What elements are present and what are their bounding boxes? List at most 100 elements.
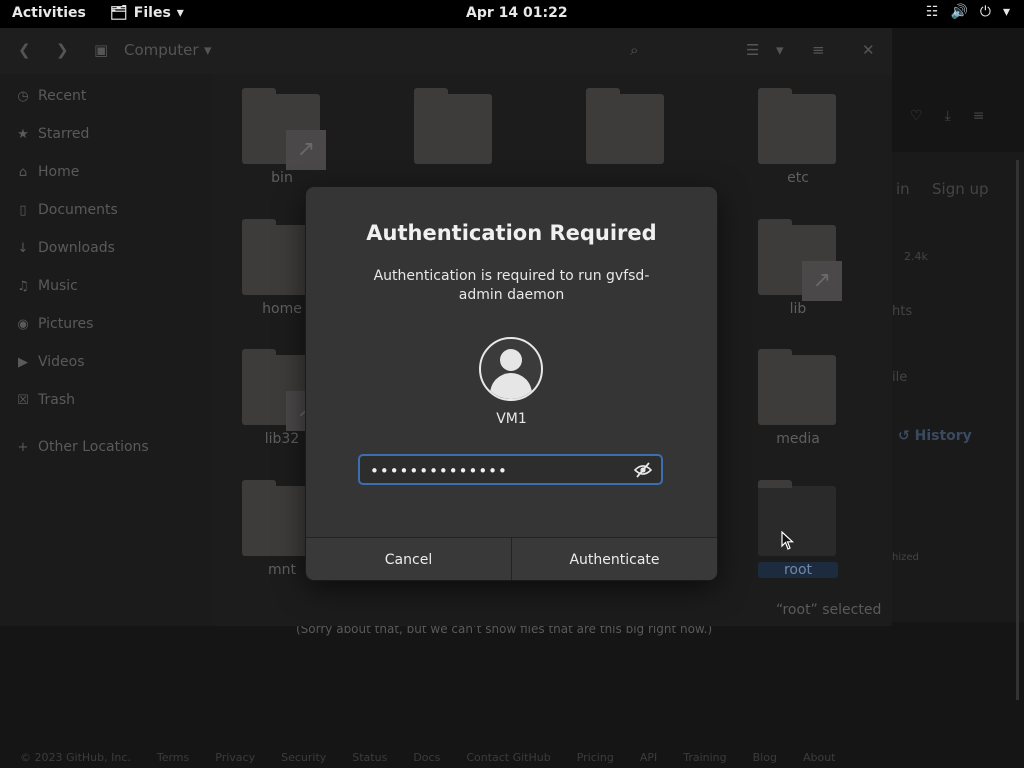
folder-item[interactable]: ↗ lib	[758, 217, 842, 317]
browser-text-fragment: hized	[892, 552, 919, 563]
folder-label: etc	[787, 170, 809, 186]
star-icon: ★	[17, 126, 29, 142]
cancel-button[interactable]: Cancel	[306, 538, 511, 580]
location-label[interactable]: Computer	[124, 41, 199, 59]
browser-side-panel: in Sign up 2.4k hts ile ↺ History hized	[892, 152, 1024, 622]
footer-link[interactable]: Training	[683, 751, 726, 764]
sidebar-item-home[interactable]: ⌂ Home	[16, 164, 79, 180]
files-headerbar: ❮ ❯ ▣ Computer ▾ ⌕ ☰ ▾ ≡ ✕	[0, 28, 892, 74]
password-field[interactable]	[358, 454, 663, 485]
sidebar-item-music[interactable]: ♫ Music	[16, 278, 78, 294]
folder-item[interactable]: media	[758, 347, 838, 447]
folder-label: root	[758, 562, 838, 578]
dialog-title: Authentication Required	[366, 221, 657, 245]
sidebar-item-downloads[interactable]: ↓ Downloads	[16, 240, 115, 256]
sidebar-item-trash[interactable]: ☒ Trash	[16, 392, 75, 408]
sidebar-item-label: Recent	[38, 88, 87, 104]
footer-link[interactable]: Terms	[157, 751, 189, 764]
activities-button[interactable]: Activities	[12, 5, 86, 21]
app-menu-label: Files	[133, 5, 171, 21]
footer-link[interactable]: API	[640, 751, 657, 764]
view-options-icon[interactable]: ☰	[746, 41, 759, 59]
folder-label: lib	[789, 301, 807, 317]
close-icon[interactable]: ✕	[862, 41, 875, 59]
dialog-buttons: Cancel Authenticate	[306, 537, 717, 580]
browser-footer: © 2023 GitHub, Inc. Terms Privacy Securi…	[0, 746, 1024, 768]
sidebar-item-label: Videos	[38, 354, 85, 370]
download-icon[interactable]: ⤓	[945, 108, 951, 124]
forward-icon[interactable]: ❯	[56, 41, 69, 59]
history-link[interactable]: ↺ History	[898, 428, 972, 444]
sidebar-item-label: Trash	[38, 392, 75, 408]
symlink-icon: ↗	[286, 130, 326, 170]
app-menu[interactable]: 🗂 Files ▾	[110, 5, 184, 21]
sidebar-item-videos[interactable]: ▶ Videos	[16, 354, 85, 370]
footer-link[interactable]: Contact GitHub	[466, 751, 550, 764]
folder-label: bin	[271, 170, 293, 186]
camera-icon: ◉	[17, 316, 29, 332]
browser-toolbar: ♡ ⤓ ≡	[910, 108, 985, 124]
back-icon[interactable]: ❮	[18, 41, 31, 59]
mouse-cursor-icon	[781, 531, 795, 550]
clock[interactable]: Apr 14 01:22	[466, 5, 568, 21]
sidebar-item-label: Other Locations	[38, 439, 149, 455]
sidebar-item-label: Pictures	[38, 316, 94, 332]
folder-item[interactable]: root	[758, 478, 838, 578]
footer-link[interactable]: Privacy	[215, 751, 255, 764]
avatar-body	[490, 373, 532, 399]
files-app-icon: 🗂	[110, 5, 128, 21]
folder-icon	[414, 88, 492, 164]
chevron-down-icon[interactable]: ▾	[776, 41, 784, 59]
chevron-down-icon: ▾	[176, 5, 184, 21]
chevron-down-icon: ▾	[1002, 4, 1010, 20]
folder-item[interactable]: ↗ bin	[242, 86, 326, 186]
sidebar-item-starred[interactable]: ★ Starred	[16, 126, 89, 142]
sign-up-link[interactable]: Sign up	[932, 180, 989, 198]
folder-icon: ↗	[758, 219, 842, 301]
footer-link[interactable]: Blog	[753, 751, 777, 764]
password-input[interactable]	[368, 459, 632, 483]
footer-link[interactable]: About	[803, 751, 836, 764]
computer-icon: ▣	[94, 41, 109, 59]
authentication-dialog: Authentication Required Authentication i…	[306, 187, 717, 580]
sidebar-item-pictures[interactable]: ◉ Pictures	[16, 316, 93, 332]
plus-icon: +	[17, 439, 29, 455]
home-icon: ⌂	[18, 164, 28, 180]
scrollbar[interactable]	[1016, 160, 1019, 700]
sidebar-item-other-locations[interactable]: + Other Locations	[16, 439, 149, 455]
hide-password-icon[interactable]	[634, 461, 652, 479]
sidebar-item-label: Starred	[38, 126, 90, 142]
footer-link[interactable]: Pricing	[577, 751, 614, 764]
folder-item[interactable]	[414, 86, 494, 170]
sidebar-item-label: Documents	[38, 202, 118, 218]
clock-icon: ◷	[17, 88, 29, 104]
sign-in-link[interactable]: in	[896, 180, 910, 198]
volume-icon: 🔊	[950, 4, 968, 20]
sidebar-item-label: Downloads	[38, 240, 115, 256]
menu-icon[interactable]: ≡	[812, 41, 825, 59]
sidebar-item-documents[interactable]: ▯ Documents	[16, 202, 118, 218]
footer-link[interactable]: Status	[352, 751, 387, 764]
footer-link[interactable]: Security	[281, 751, 326, 764]
pocket-icon[interactable]: ♡	[910, 108, 923, 124]
sidebar-item-recent[interactable]: ◷ Recent	[16, 88, 86, 104]
folder-icon	[758, 88, 836, 164]
folder-item[interactable]	[586, 86, 666, 170]
footer-link[interactable]: Docs	[413, 751, 440, 764]
symlink-icon: ↗	[802, 261, 842, 301]
dialog-message: Authentication is required to run gvfsd-…	[373, 268, 650, 303]
chevron-down-icon[interactable]: ▾	[204, 41, 212, 59]
network-icon: ☷	[925, 4, 939, 20]
stars-count: 2.4k	[904, 250, 928, 263]
history-label: History	[914, 428, 972, 444]
top-bar: Activities 🗂 Files ▾ Apr 14 01:22 ☷ 🔊 ⏻ …	[0, 0, 1024, 28]
system-menu[interactable]: ☷ 🔊 ⏻ ▾	[926, 4, 1010, 20]
folder-icon: ↗	[242, 88, 326, 170]
folder-item[interactable]: etc	[758, 86, 838, 186]
sidebar-item-label: Home	[38, 164, 80, 180]
authenticate-button[interactable]: Authenticate	[511, 538, 717, 580]
search-icon[interactable]: ⌕	[630, 41, 638, 59]
menu-icon[interactable]: ≡	[973, 108, 985, 124]
folder-icon	[758, 349, 836, 425]
folder-icon	[758, 480, 836, 556]
